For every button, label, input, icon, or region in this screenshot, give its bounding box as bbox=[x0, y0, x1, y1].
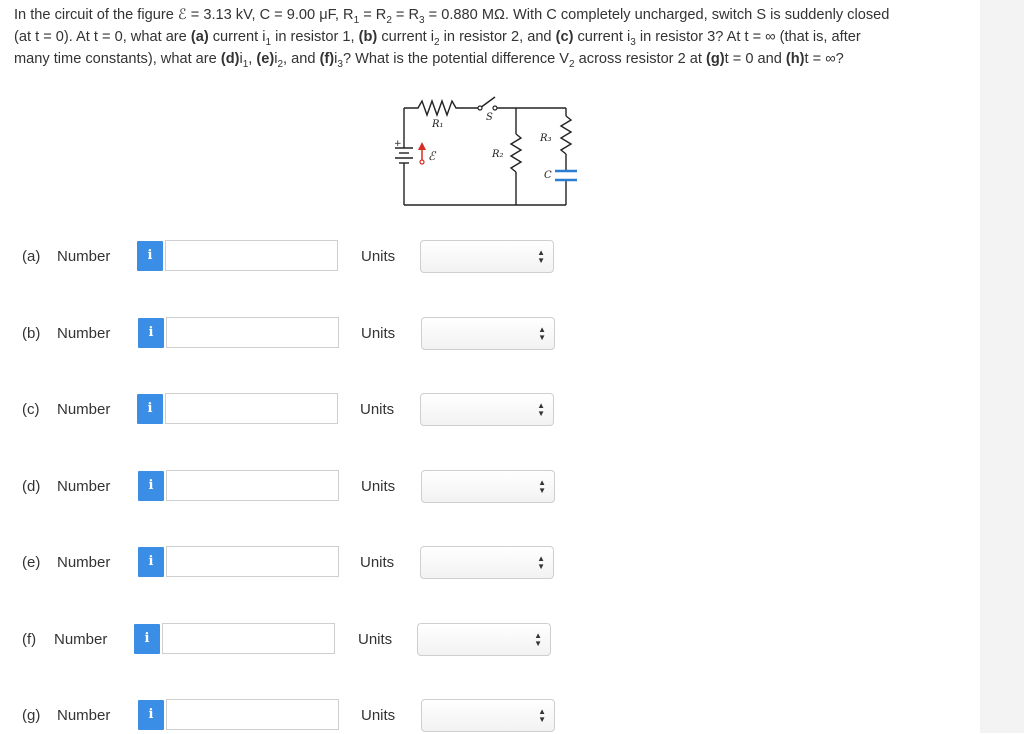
units-label: Units bbox=[361, 478, 396, 495]
number-input-d[interactable] bbox=[166, 470, 339, 501]
answer-row-e: (e) Number i Units ▲ ▼ bbox=[0, 545, 980, 581]
answer-row-f: (f) Number i Units ▲ ▼ bbox=[0, 622, 980, 658]
r1-resistor bbox=[404, 98, 480, 118]
units-select-a[interactable]: ▲ ▼ bbox=[420, 240, 554, 273]
units-label: Units bbox=[360, 401, 395, 418]
question-line-2: (at t = 0). At t = 0, what are (a) curre… bbox=[14, 29, 861, 48]
number-input-c[interactable] bbox=[165, 393, 338, 424]
row-label: (f) Number bbox=[22, 631, 108, 648]
answer-row-c: (c) Number i Units ▲ ▼ bbox=[0, 392, 980, 428]
select-arrows-icon: ▲ ▼ bbox=[537, 248, 545, 265]
info-button[interactable]: i bbox=[138, 318, 164, 348]
units-label: Units bbox=[360, 554, 395, 571]
answer-row-g: (g) Number i Units ▲ ▼ bbox=[0, 698, 980, 734]
info-button[interactable]: i bbox=[138, 547, 164, 577]
units-select-e[interactable]: ▲ ▼ bbox=[420, 546, 554, 579]
units-select-c[interactable]: ▲ ▼ bbox=[420, 393, 554, 426]
r2-resistor bbox=[509, 133, 523, 173]
info-button[interactable]: i bbox=[134, 624, 160, 654]
switch-label: S bbox=[486, 112, 493, 123]
row-label: (g) Number bbox=[22, 707, 111, 724]
info-button[interactable]: i bbox=[137, 394, 163, 424]
units-select-b[interactable]: ▲ ▼ bbox=[421, 317, 555, 350]
question-line-3: many time constants), what are (d)i1, (e… bbox=[14, 51, 844, 70]
capacitor-label: C bbox=[544, 170, 552, 181]
units-select-g[interactable]: ▲ ▼ bbox=[421, 699, 555, 732]
question-text: In the circuit of the figure ℰ = 3.13 kV… bbox=[14, 4, 964, 70]
info-button[interactable]: i bbox=[138, 700, 164, 730]
number-input-g[interactable] bbox=[166, 699, 339, 730]
units-label: Units bbox=[358, 631, 393, 648]
select-arrows-icon: ▲ ▼ bbox=[538, 478, 546, 495]
units-select-f[interactable]: ▲ ▼ bbox=[417, 623, 551, 656]
select-arrows-icon: ▲ ▼ bbox=[538, 707, 546, 724]
number-input-a[interactable] bbox=[165, 240, 338, 271]
emf-label: ℰ bbox=[428, 149, 437, 163]
answer-row-a: (a) Number i Units ▲ ▼ bbox=[0, 239, 980, 275]
number-input-e[interactable] bbox=[166, 546, 339, 577]
units-label: Units bbox=[361, 325, 396, 342]
info-button[interactable]: i bbox=[137, 241, 163, 271]
emf-arrow-icon bbox=[418, 142, 426, 165]
battery-plus-label: + bbox=[394, 139, 402, 149]
select-arrows-icon: ▲ ▼ bbox=[538, 325, 546, 342]
answer-row-d: (d) Number i Units ▲ ▼ bbox=[0, 469, 980, 505]
row-label: (c) Number bbox=[22, 401, 111, 418]
row-label: (b) Number bbox=[22, 325, 111, 342]
row-label: (a) Number bbox=[22, 248, 111, 265]
capacitor-symbol bbox=[555, 169, 577, 182]
number-input-f[interactable] bbox=[162, 623, 335, 654]
page-gutter bbox=[980, 0, 1024, 733]
circuit-diagram: R₁ S R₂ R₃ C ℰ + bbox=[394, 96, 577, 206]
question-line-1: In the circuit of the figure ℰ = 3.13 kV… bbox=[14, 7, 890, 26]
select-arrows-icon: ▲ ▼ bbox=[537, 401, 545, 418]
number-input-b[interactable] bbox=[166, 317, 339, 348]
row-label: (e) Number bbox=[22, 554, 111, 571]
units-label: Units bbox=[361, 707, 396, 724]
r3-label: R₃ bbox=[539, 133, 552, 144]
info-button[interactable]: i bbox=[138, 471, 164, 501]
units-label: Units bbox=[361, 248, 396, 265]
units-select-d[interactable]: ▲ ▼ bbox=[421, 470, 555, 503]
answer-row-b: (b) Number i Units ▲ ▼ bbox=[0, 316, 980, 352]
select-arrows-icon: ▲ ▼ bbox=[534, 631, 542, 648]
r3-resistor bbox=[559, 115, 573, 155]
row-label: (d) Number bbox=[22, 478, 111, 495]
select-arrows-icon: ▲ ▼ bbox=[537, 554, 545, 571]
r2-label: R₂ bbox=[491, 149, 504, 160]
r1-label: R₁ bbox=[431, 119, 444, 130]
